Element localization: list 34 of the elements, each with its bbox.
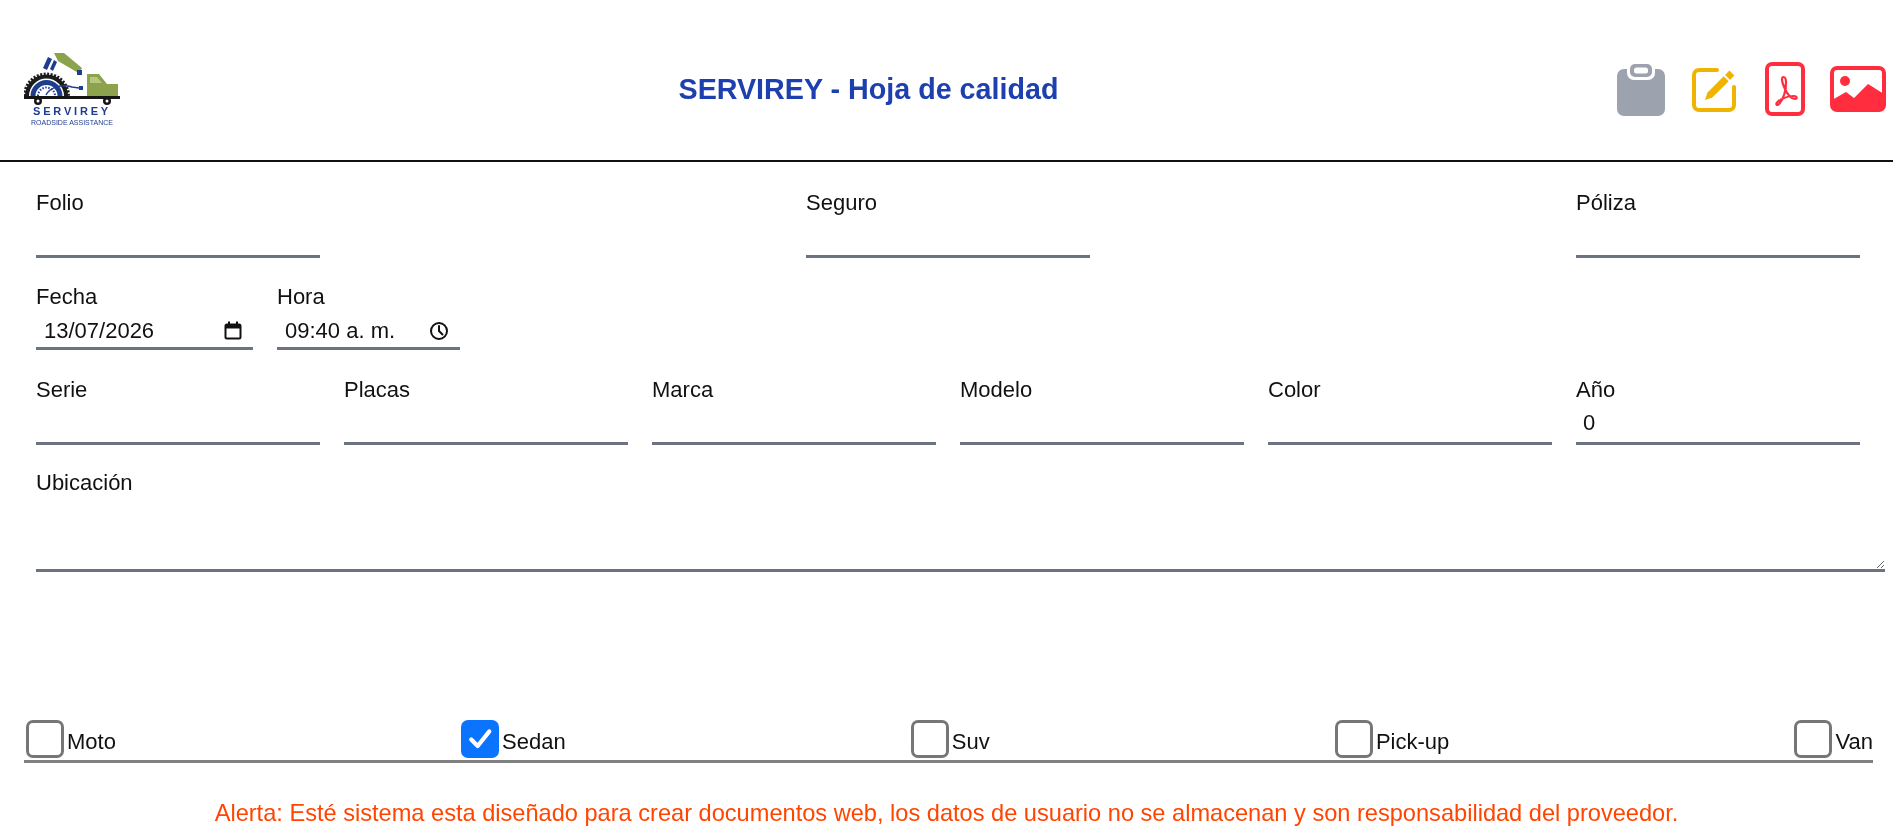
field-label: Color bbox=[1268, 377, 1321, 403]
truck-logo-icon bbox=[24, 51, 120, 105]
page-title: SERVIREY - Hoja de calidad bbox=[677, 72, 1060, 106]
field-label: Fecha bbox=[36, 284, 98, 310]
checkbox-label[interactable]: Pick-up bbox=[1375, 729, 1450, 755]
clock-icon[interactable] bbox=[429, 320, 449, 341]
checkbox-label[interactable]: Van bbox=[1835, 729, 1873, 755]
checkbox[interactable] bbox=[461, 720, 500, 758]
field-label: Marca bbox=[652, 377, 714, 403]
input-field[interactable]: 0 bbox=[1576, 403, 1860, 445]
checkbox-label[interactable]: Moto bbox=[67, 729, 116, 755]
field-label: Año bbox=[1576, 377, 1616, 403]
field-label: Modelo bbox=[960, 377, 1033, 403]
field-label: Seguro bbox=[806, 190, 877, 216]
clipboard-icon[interactable] bbox=[1617, 62, 1665, 116]
checkbox-label[interactable]: Suv bbox=[951, 729, 990, 755]
field-label: Póliza bbox=[1576, 190, 1636, 216]
field-label: Folio bbox=[36, 190, 84, 216]
field-label: Serie bbox=[36, 377, 88, 403]
calendar-icon[interactable] bbox=[224, 321, 242, 340]
logo-brand-name: SERVIREY bbox=[33, 105, 111, 118]
checkbox[interactable] bbox=[1794, 720, 1833, 758]
checkbox-label[interactable]: Sedan bbox=[502, 729, 566, 755]
alert-message: Alerta: Esté sistema esta diseñado para crear documentos web, los datos de usuario no se almacenan y son responsabilidad del proveedor. bbox=[213, 800, 1680, 827]
pdf-file-icon[interactable] bbox=[1765, 62, 1805, 116]
checkbox[interactable] bbox=[910, 720, 949, 758]
field-label: Ubicación bbox=[36, 470, 133, 496]
checkbox[interactable] bbox=[1334, 720, 1373, 758]
field-label: Placas bbox=[344, 377, 411, 403]
date-field[interactable]: 13/07/2026 bbox=[36, 310, 253, 350]
time-field[interactable]: 09:40 a. m. bbox=[277, 310, 460, 350]
checkbox[interactable] bbox=[26, 720, 64, 758]
image-icon[interactable] bbox=[1830, 66, 1886, 112]
field-label: Hora bbox=[277, 284, 325, 310]
